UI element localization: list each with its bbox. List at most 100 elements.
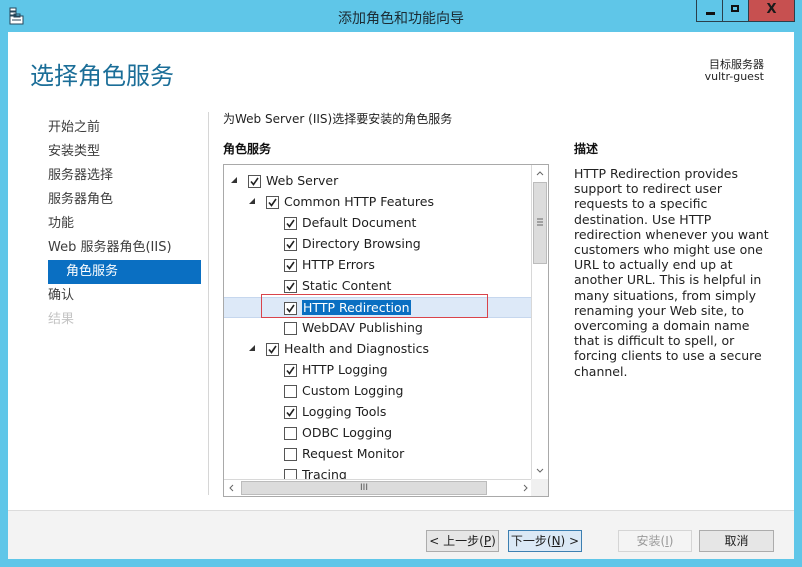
scroll-up-icon[interactable] [532,165,548,181]
checkmark-icon [286,282,295,291]
minimize-button[interactable] [696,0,723,22]
checkbox-checked[interactable] [284,238,297,251]
checkmark-icon [250,177,259,186]
tree-item-label: HTTP Errors [302,257,375,272]
nav-item-installation-type[interactable]: 安装类型 [48,140,201,164]
role-services-tree[interactable]: Web Server Common HTTP Features Default Do… [223,164,549,497]
title-bar[interactable]: 添加角色和功能向导 X [0,0,802,32]
checkmark-icon [286,261,295,270]
checkbox-checked[interactable] [284,406,297,419]
description-heading: 描述 [574,142,599,156]
checkbox-checked[interactable] [266,343,279,356]
tree-item[interactable]: ODBC Logging [224,423,533,444]
tree-item-label: Custom Logging [302,383,404,398]
next-label: 下一步( [510,534,552,548]
tree-item[interactable]: Request Monitor [224,444,533,465]
horizontal-scroll-thumb[interactable]: III [241,481,487,495]
checkbox-unchecked[interactable] [284,427,297,440]
window-title: 添加角色和功能向导 [338,11,464,27]
scroll-down-icon[interactable] [532,463,548,479]
nav-item-confirmation[interactable]: 确认 [48,284,201,308]
previous-button[interactable]: < 上一步(P) [426,530,499,552]
nav-item-server-roles[interactable]: 服务器角色 [48,188,201,212]
tree-item[interactable]: WebDAV Publishing [224,318,533,339]
previous-accesskey: P [483,534,492,548]
install-label-end: ) [668,534,674,548]
previous-label-end: ) [491,534,496,548]
tree-item[interactable]: Logging Tools [224,402,533,423]
checkbox-unchecked[interactable] [284,469,297,479]
minimize-icon [706,12,715,15]
tree-item[interactable]: Common HTTP Features [224,192,533,213]
tree-item[interactable]: Tracing [224,465,533,479]
next-label-end: ) > [560,534,580,548]
tree-item[interactable]: Web Server [224,171,533,192]
nav-item-before-you-begin[interactable]: 开始之前 [48,116,201,140]
target-server-value: vultr-guest [704,70,764,83]
description-text: HTTP Redirection provides support to red… [574,166,769,379]
next-accesskey: N [551,534,561,548]
checkbox-unchecked[interactable] [284,448,297,461]
tree-item[interactable]: HTTP Logging [224,360,533,381]
tree-item[interactable]: HTTP Errors [224,255,533,276]
checkmark-icon [286,240,295,249]
nav-item-features[interactable]: 功能 [48,212,201,236]
nav-item-role-services[interactable]: 角色服务 [48,260,201,284]
checkmark-icon [286,219,295,228]
checkbox-checked[interactable] [248,175,261,188]
close-icon: X [766,2,777,17]
checkmark-icon [286,408,295,417]
tree-item[interactable]: Health and Diagnostics [224,339,533,360]
close-button[interactable]: X [749,0,795,22]
checkbox-checked[interactable] [284,217,297,230]
expand-collapse-icon[interactable] [249,345,255,351]
tree-item-label: Web Server [266,173,339,188]
checkbox-checked[interactable] [266,196,279,209]
tree-item[interactable]: Directory Browsing [224,234,533,255]
checkmark-icon [286,366,295,375]
checkbox-checked[interactable] [284,364,297,377]
scroll-left-icon[interactable] [224,480,240,496]
checkmark-icon [268,198,277,207]
nav-item-web-server-role[interactable]: Web 服务器角色(IIS) [48,236,201,260]
role-services-heading: 角色服务 [223,142,272,156]
next-button[interactable]: 下一步(N) > [508,530,582,552]
tree-item-label: Default Document [302,215,417,230]
tree-item-label: ODBC Logging [302,425,393,440]
tree-item-label: Logging Tools [302,404,387,419]
tree-item-label: Static Content [302,278,392,293]
checkmark-icon [268,345,277,354]
page-title: 选择角色服务 [30,62,174,90]
tree-item-label: Common HTTP Features [284,194,434,209]
nav-item-server-selection[interactable]: 服务器选择 [48,164,201,188]
expand-collapse-icon[interactable] [231,177,237,183]
tree-item[interactable]: Custom Logging [224,381,533,402]
tree-item[interactable]: Default Document [224,213,533,234]
highlight-annotation-box [261,294,488,318]
wizard-footer: < 上一步(P) 下一步(N) > 安装(I) 取消 [8,510,794,559]
vertical-scroll-thumb[interactable] [533,182,547,264]
wizard-steps-nav: 开始之前 安装类型 服务器选择 服务器角色 功能 Web 服务器角色(IIS) … [48,116,201,332]
checkbox-checked[interactable] [284,259,297,272]
cancel-button[interactable]: 取消 [699,530,774,552]
tree-item-label: HTTP Logging [302,362,388,377]
tree-viewport: Web Server Common HTTP Features Default Do… [224,165,533,479]
maximize-button[interactable] [723,0,749,22]
checkbox-unchecked[interactable] [284,385,297,398]
nav-item-results: 结果 [48,312,75,327]
previous-label: < 上一步( [429,534,484,548]
horizontal-scrollbar[interactable]: III [224,479,533,496]
tree-item-label: WebDAV Publishing [302,320,423,335]
vertical-scrollbar[interactable] [531,165,548,479]
wizard-body: 选择角色服务 目标服务器 vultr-guest 开始之前 安装类型 服务器选择… [8,32,794,559]
install-label: 安装( [636,534,666,548]
checkbox-checked[interactable] [284,280,297,293]
wizard-window: 添加角色和功能向导 X 选择角色服务 目标服务器 vultr-guest 开始之… [0,0,802,567]
nav-divider [208,112,209,495]
checkbox-unchecked[interactable] [284,322,297,335]
tree-item-label: Health and Diagnostics [284,341,430,356]
expand-collapse-icon[interactable] [249,198,255,204]
tree-item-label: Directory Browsing [302,236,421,251]
tree-item-label: Request Monitor [302,446,405,461]
install-button: 安装(I) [618,530,692,552]
